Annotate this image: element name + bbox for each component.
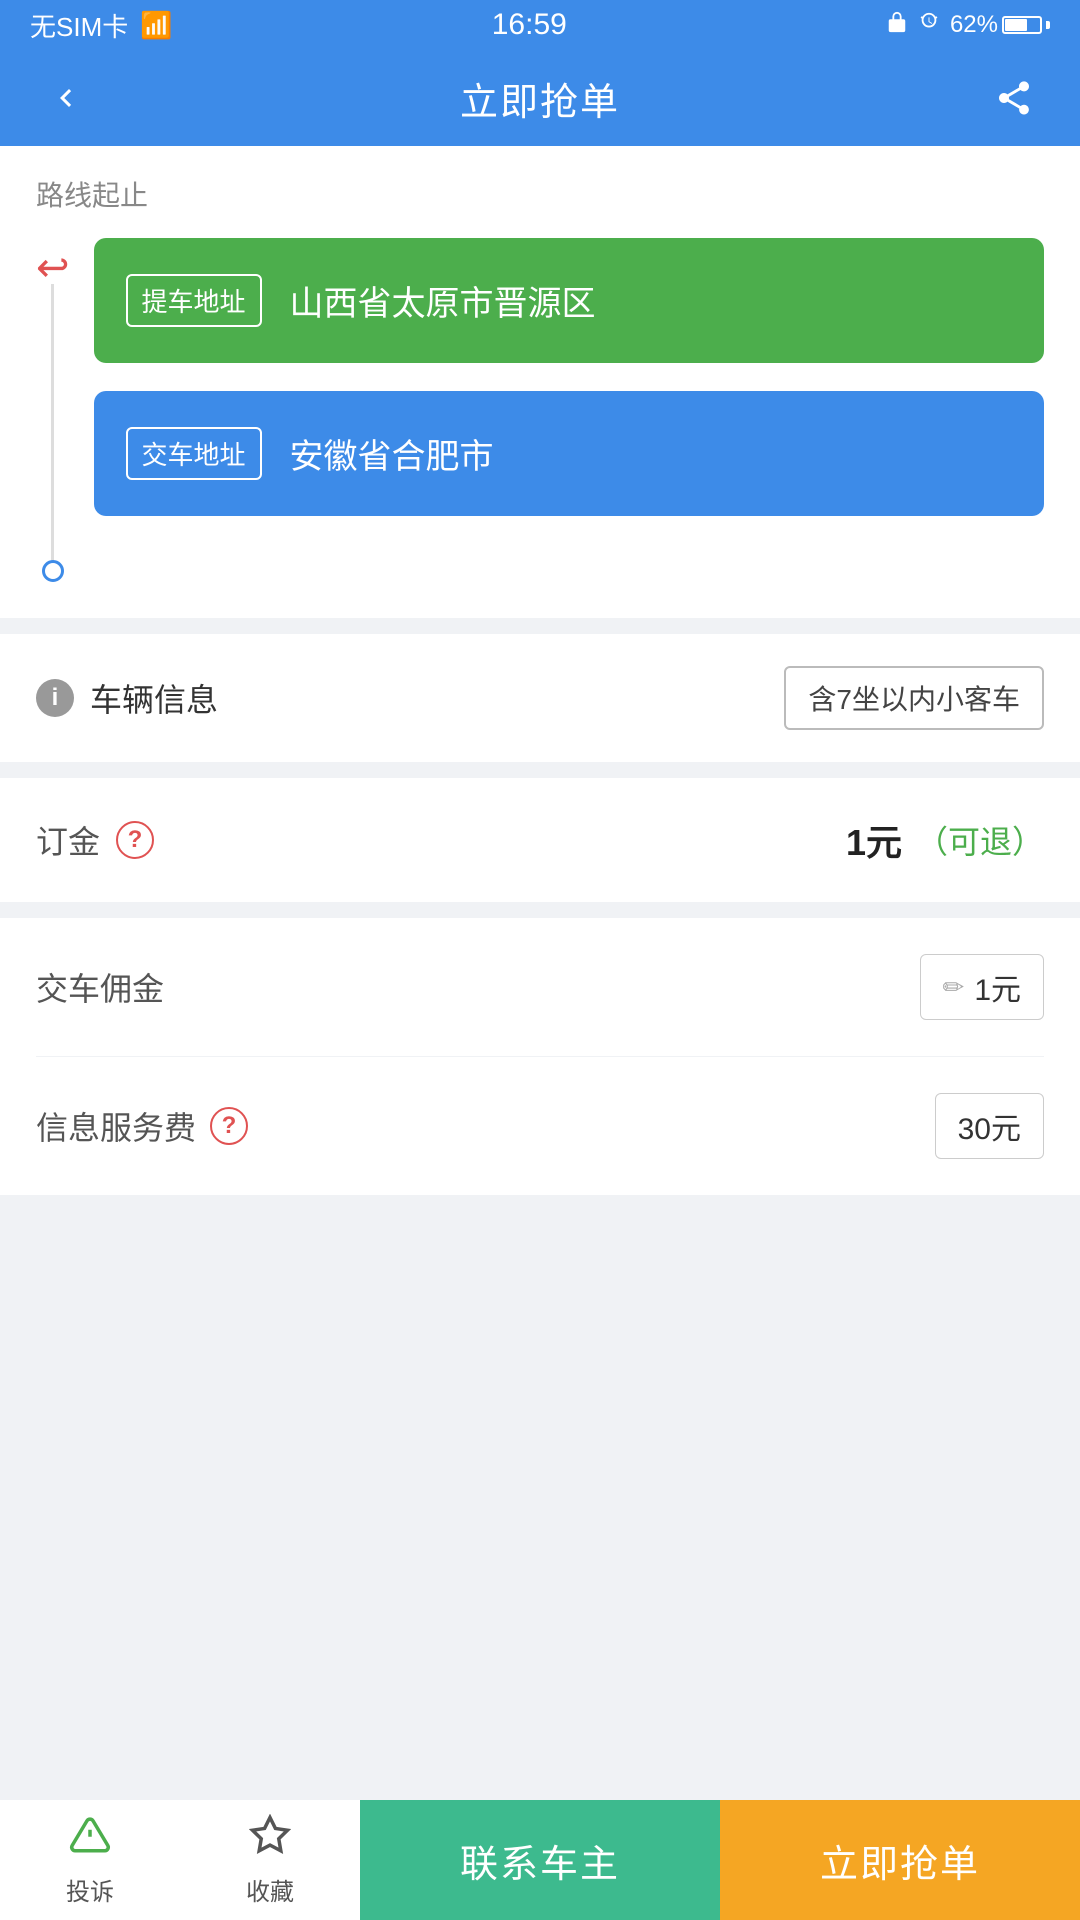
pickup-address: 山西省太原市晋源区 [290,276,596,325]
divider-3 [0,902,1080,918]
service-fee-value-box: 30元 [935,1093,1044,1159]
bottom-spacer [0,1595,1080,1715]
delivery-tag: 交车地址 [126,427,262,480]
carrier-text: 无SIM卡 [30,7,128,44]
route-line-bar [51,284,54,564]
commission-label: 交车佣金 [36,964,164,1010]
service-fee-value: 30元 [958,1104,1021,1148]
empty-area [0,1195,1080,1595]
page-title: 立即抢单 [460,71,620,126]
pickup-card[interactable]: 提车地址 山西省太原市晋源区 [94,238,1044,363]
edit-icon: ✏ [943,972,965,1003]
vehicle-left: i 车辆信息 [36,675,218,721]
service-fee-row: 信息服务费 ? 30元 [36,1057,1044,1195]
bottom-bar: 投诉 收藏 联系车主 立即抢单 [0,1800,1080,1920]
contact-owner-button[interactable]: 联系车主 [360,1800,720,1920]
delivery-address: 安徽省合肥市 [290,429,494,478]
divider-2 [0,762,1080,778]
battery-bar [1002,16,1042,34]
favorite-label: 收藏 [246,1872,294,1907]
wifi-icon: 📶 [140,10,172,41]
service-fee-question-icon[interactable]: ? [210,1107,248,1145]
fees-section: 交车佣金 ✏ 1元 信息服务费 ? 30元 [0,918,1080,1195]
status-time: 16:59 [492,8,567,42]
deposit-value-group: 1元 （可退） [846,814,1044,866]
service-fee-label-group: 信息服务费 ? [36,1103,248,1149]
commission-row: 交车佣金 ✏ 1元 [36,918,1044,1057]
status-right: 62% [886,11,1050,40]
battery-percent: 62% [950,11,998,39]
battery-status: 62% [950,11,1050,39]
vehicle-section: i 车辆信息 含7坐以内小客车 [0,634,1080,762]
route-section-label: 路线起止 [36,174,1044,214]
complaint-icon [69,1814,111,1866]
lock-icon [886,11,908,40]
delivery-card[interactable]: 交车地址 安徽省合肥市 [94,391,1044,516]
deposit-refund: （可退） [916,817,1044,863]
route-line: ↩ [36,238,70,582]
commission-value-box[interactable]: ✏ 1元 [920,954,1044,1020]
status-bar: 无SIM卡 📶 16:59 62% [0,0,1080,50]
deposit-section: 订金 ? 1元 （可退） [0,778,1080,902]
grab-order-button[interactable]: 立即抢单 [720,1800,1080,1920]
info-icon: i [36,679,74,717]
service-fee-label: 信息服务费 [36,1103,196,1149]
vehicle-value: 含7坐以内小客车 [784,666,1044,730]
complaint-tab[interactable]: 投诉 [0,1800,180,1920]
alarm-icon [918,11,940,40]
back-button[interactable] [36,68,96,128]
route-container: ↩ 提车地址 山西省太原市晋源区 交车地址 安徽省合肥市 [36,238,1044,582]
deposit-question-icon[interactable]: ? [116,821,154,859]
route-section: 路线起止 ↩ 提车地址 山西省太原市晋源区 交车地址 安徽省合肥市 [0,146,1080,618]
divider-1 [0,618,1080,634]
route-dot [42,560,64,582]
pickup-tag: 提车地址 [126,274,262,327]
route-swap-icon: ↩ [36,248,70,288]
deposit-amount: 1元 [846,814,902,866]
deposit-label: 订金 [36,817,100,863]
vehicle-label: 车辆信息 [90,675,218,721]
status-left: 无SIM卡 📶 [30,7,173,44]
deposit-left: 订金 ? [36,817,154,863]
favorite-icon [249,1814,291,1866]
route-cards: 提车地址 山西省太原市晋源区 交车地址 安徽省合肥市 [94,238,1044,582]
favorite-tab[interactable]: 收藏 [180,1800,360,1920]
nav-bar: 立即抢单 [0,50,1080,146]
commission-value: 1元 [974,965,1021,1009]
complaint-label: 投诉 [66,1872,114,1907]
share-button[interactable] [984,68,1044,128]
